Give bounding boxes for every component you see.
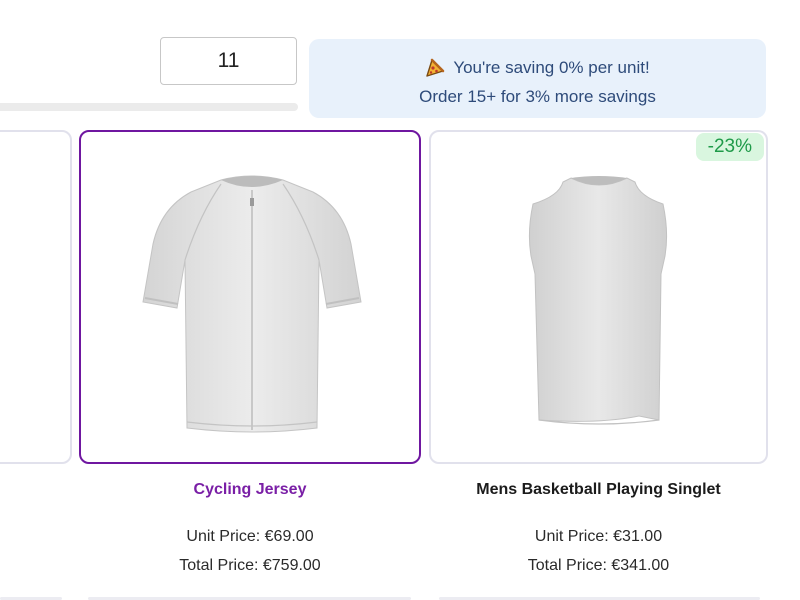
- savings-info-box: You're saving 0% per unit! Order 15+ for…: [309, 39, 766, 118]
- savings-message: You're saving 0% per unit!: [453, 58, 650, 77]
- basketball-singlet-image: [528, 176, 668, 425]
- total-price: Total Price: €341.00: [527, 557, 670, 574]
- product-name-cycling-jersey[interactable]: Cycling Jersey: [79, 481, 421, 499]
- unit-price: Unit Price: €31.00: [534, 528, 663, 545]
- pizza-icon: [425, 58, 445, 78]
- product-card-partial[interactable]: [0, 130, 72, 464]
- product-card-cycling-jersey[interactable]: [79, 130, 421, 464]
- quantity-slider-track[interactable]: [0, 103, 298, 111]
- unit-price: Unit Price: €69.00: [186, 528, 314, 545]
- total-price: Total Price: €759.00: [179, 557, 321, 574]
- quantity-input[interactable]: [160, 37, 297, 85]
- cycling-jersey-image: [142, 175, 362, 433]
- savings-next-tier: Order 15+ for 3% more savings: [419, 87, 656, 106]
- product-name-basketball-singlet[interactable]: Mens Basketball Playing Singlet: [429, 481, 768, 499]
- discount-badge: -23%: [695, 133, 764, 161]
- product-card-basketball-singlet[interactable]: -23%: [429, 130, 768, 464]
